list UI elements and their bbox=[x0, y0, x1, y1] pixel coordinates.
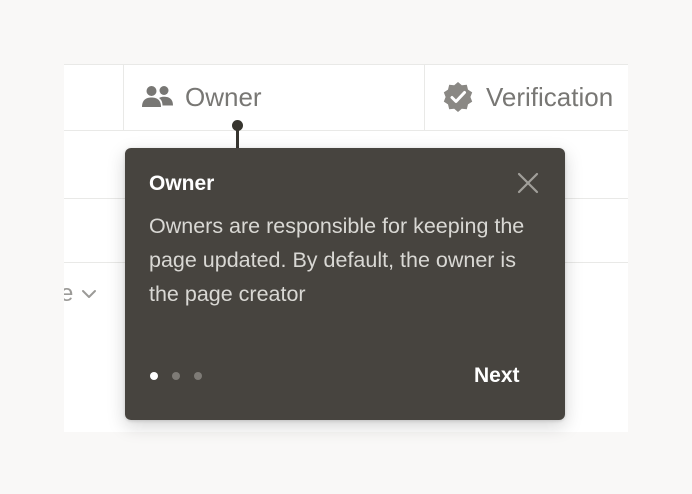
onboarding-tooltip: Owner Owners are responsible for keeping… bbox=[125, 148, 565, 420]
tooltip-pointer-line bbox=[236, 128, 239, 150]
step-dot bbox=[194, 372, 202, 380]
chevron-down-icon bbox=[81, 288, 97, 300]
next-button[interactable]: Next bbox=[474, 360, 520, 392]
close-icon bbox=[517, 172, 539, 199]
column-header-verification[interactable]: Verification bbox=[442, 64, 613, 130]
step-dot-active bbox=[150, 372, 158, 380]
verified-badge-icon bbox=[442, 81, 474, 113]
column-header-label: Owner bbox=[185, 81, 262, 112]
column-header-owner[interactable]: Owner bbox=[141, 64, 262, 130]
tooltip-body: Owners are responsible for keeping the p… bbox=[149, 214, 525, 306]
step-indicator bbox=[150, 372, 202, 380]
column-divider bbox=[123, 64, 124, 130]
tooltip-title: Owner bbox=[149, 172, 215, 195]
select-cell-value: e bbox=[64, 280, 74, 307]
select-cell[interactable]: e bbox=[64, 280, 97, 308]
column-header-label: Verification bbox=[486, 81, 614, 112]
close-button[interactable] bbox=[516, 172, 540, 199]
grid-line bbox=[64, 130, 628, 131]
column-divider bbox=[424, 64, 425, 130]
people-icon bbox=[141, 82, 175, 112]
step-dot bbox=[172, 372, 180, 380]
